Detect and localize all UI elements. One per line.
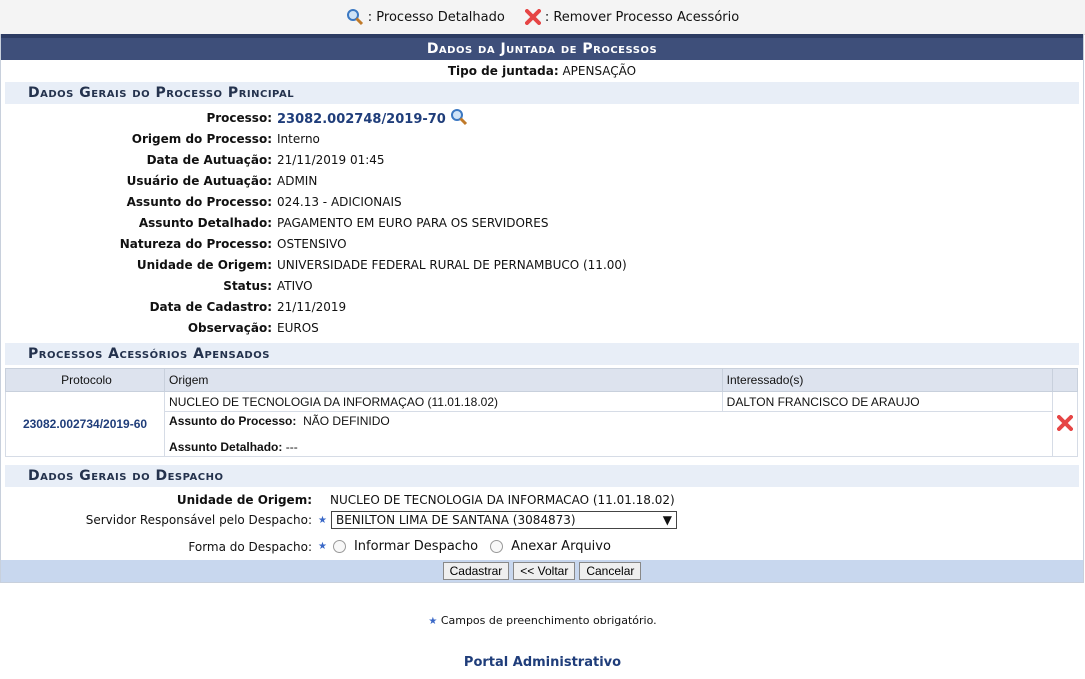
section-acessorios-title: Processos Acessórios Apensados bbox=[5, 343, 1079, 365]
field-value: 21/11/2019 01:45 bbox=[277, 153, 385, 167]
field-value: 21/11/2019 bbox=[277, 300, 347, 314]
legend-bar: : Processo Detalhado : Remover Processo … bbox=[0, 0, 1085, 35]
section-despacho-title: Dados Gerais do Despacho bbox=[5, 465, 1079, 487]
radio-anexar-label: Anexar Arquivo bbox=[511, 539, 611, 554]
field-row: Origem do Processo: Interno bbox=[1, 129, 1083, 150]
cancelar-button[interactable]: Cancelar bbox=[579, 562, 642, 580]
assunto-label: Assunto do Processo: bbox=[169, 414, 297, 428]
servidor-selected: BENILTON LIMA DE SANTANA (3084873) bbox=[335, 513, 576, 527]
field-row: Status: ATIVO bbox=[1, 276, 1083, 297]
servidor-label: Servidor Responsável pelo Despacho: bbox=[85, 513, 312, 527]
actions-bar: Cadastrar << Voltar Cancelar bbox=[1, 560, 1083, 582]
required-star-icon: ★ bbox=[318, 541, 327, 552]
field-label: Unidade de Origem: bbox=[136, 258, 272, 272]
unidade-label: Unidade de Origem: bbox=[176, 493, 312, 507]
legend-remove-label: : Remover Processo Acessório bbox=[544, 9, 740, 25]
interessado-cell: DALTON FRANCISCO DE ARAUJO bbox=[721, 391, 1053, 412]
field-label: Assunto do Processo: bbox=[126, 195, 272, 209]
assunto-cell: Assunto do Processo: NÃO DEFINIDO Assunt… bbox=[164, 411, 1053, 457]
tipo-juntada: Tipo de juntada: APENSAÇÃO bbox=[1, 60, 1083, 82]
legend-view-label: : Processo Detalhado bbox=[367, 9, 505, 25]
field-label: Data de Cadastro: bbox=[149, 300, 272, 314]
field-row: Assunto do Processo: 024.13 - ADICIONAIS bbox=[1, 192, 1083, 213]
field-value: ATIVO bbox=[277, 279, 313, 293]
field-label: Observação: bbox=[187, 321, 272, 335]
field-value: Interno bbox=[277, 132, 320, 146]
principal-fields: Processo: 23082.002748/2019-70 Origem do… bbox=[1, 108, 1083, 339]
forma-label: Forma do Despacho: bbox=[188, 539, 312, 554]
required-star-icon: ★ bbox=[318, 514, 327, 526]
origem-cell: NUCLEO DE TECNOLOGIA DA INFORMAÇAO (11.0… bbox=[164, 391, 723, 412]
col-protocolo: Protocolo bbox=[4, 368, 166, 392]
table-row: 23082.002734/2019-60 NUCLEO DE TECNOLOGI… bbox=[4, 391, 1079, 457]
remove-cell bbox=[1051, 391, 1079, 457]
detalhado-line: Assunto Detalhado: --- bbox=[169, 440, 1048, 454]
field-label: Natureza do Processo: bbox=[119, 237, 272, 251]
table-header-row: Protocolo Origem Interessado(s) bbox=[4, 368, 1079, 392]
protocolo-cell: 23082.002734/2019-60 bbox=[4, 391, 166, 457]
field-row: Assunto Detalhado: PAGAMENTO EM EURO PARA… bbox=[1, 213, 1083, 234]
page-title: Dados da Juntada de Processos bbox=[1, 34, 1083, 60]
magnifier-icon bbox=[346, 9, 363, 26]
field-value: EUROS bbox=[277, 321, 319, 335]
dropdown-arrow-icon: ▼ bbox=[662, 513, 672, 527]
servidor-row: Servidor Responsável pelo Despacho: ★ BE… bbox=[1, 511, 1083, 529]
field-row: Data de Autuação: 21/11/2019 01:45 bbox=[1, 150, 1083, 171]
field-row: Observação: EUROS bbox=[1, 318, 1083, 339]
radio-anexar[interactable] bbox=[490, 540, 504, 553]
cadastrar-button[interactable]: Cadastrar bbox=[442, 562, 510, 580]
magnifier-icon[interactable] bbox=[450, 108, 468, 126]
field-value: ADMIN bbox=[277, 174, 318, 188]
field-value: UNIVERSIDADE FEDERAL RURAL DE PERNAMBUCO… bbox=[277, 258, 627, 272]
col-interessado: Interessado(s) bbox=[721, 368, 1053, 392]
field-label: Data de Autuação: bbox=[146, 153, 272, 167]
unidade-row: Unidade de Origem: NUCLEO DE TECNOLOGIA … bbox=[1, 493, 1083, 507]
detalhado-label: Assunto Detalhado: bbox=[169, 440, 283, 454]
field-value: PAGAMENTO EM EURO PARA OS SERVIDORES bbox=[277, 216, 549, 230]
voltar-button[interactable]: << Voltar bbox=[513, 562, 576, 580]
protocolo-link[interactable]: 23082.002734/2019-60 bbox=[23, 417, 147, 431]
assunto-line: Assunto do Processo: NÃO DEFINIDO bbox=[169, 414, 1048, 428]
radio-informar-label: Informar Despacho bbox=[353, 539, 479, 554]
processo-label: Processo: bbox=[206, 111, 272, 125]
required-footnote: ★ Campos de preenchimento obrigatório. bbox=[0, 614, 1085, 627]
field-label: Assunto Detalhado: bbox=[138, 216, 272, 230]
field-row: Usuário de Autuação: ADMIN bbox=[1, 171, 1083, 192]
remove-x-icon bbox=[524, 9, 541, 25]
col-origem: Origem bbox=[164, 368, 723, 392]
tipo-value: APENSAÇÃO bbox=[562, 64, 637, 78]
field-processo: Processo: 23082.002748/2019-70 bbox=[1, 108, 1083, 129]
portal-link[interactable]: Portal Administrativo bbox=[0, 655, 1085, 670]
remove-x-icon[interactable] bbox=[1056, 414, 1073, 431]
field-label: Status: bbox=[223, 279, 272, 293]
field-label: Origem do Processo: bbox=[131, 132, 272, 146]
col-actions bbox=[1051, 368, 1079, 392]
unidade-value: NUCLEO DE TECNOLOGIA DA INFORMACAO (11.0… bbox=[330, 493, 675, 507]
assunto-value: NÃO DEFINIDO bbox=[303, 414, 390, 428]
servidor-select[interactable]: BENILTON LIMA DE SANTANA (3084873) ▼ bbox=[330, 511, 677, 529]
footnote-text: Campos de preenchimento obrigatório. bbox=[440, 614, 657, 627]
acessorios-table: Protocolo Origem Interessado(s) 23082.00… bbox=[4, 368, 1079, 457]
field-value: OSTENSIVO bbox=[277, 237, 347, 251]
field-row: Data de Cadastro: 21/11/2019 bbox=[1, 297, 1083, 318]
field-label: Usuário de Autuação: bbox=[126, 174, 272, 188]
detalhado-value: --- bbox=[285, 440, 298, 454]
table-row-detail: Assunto do Processo: NÃO DEFINIDO Assunt… bbox=[6, 411, 1078, 457]
radio-informar[interactable] bbox=[332, 540, 346, 553]
legend-view: : Processo Detalhado bbox=[346, 8, 505, 26]
tipo-label: Tipo de juntada: bbox=[447, 64, 559, 78]
processo-link[interactable]: 23082.002748/2019-70 bbox=[277, 112, 446, 127]
processo-value-wrap: 23082.002748/2019-70 bbox=[272, 108, 468, 129]
field-row: Unidade de Origem: UNIVERSIDADE FEDERAL R… bbox=[1, 255, 1083, 276]
field-value: 024.13 - ADICIONAIS bbox=[277, 195, 402, 209]
section-principal-title: Dados Gerais do Processo Principal bbox=[5, 82, 1079, 104]
main-panel: Dados da Juntada de Processos Tipo de ju… bbox=[0, 34, 1084, 583]
field-row: Natureza do Processo: OSTENSIVO bbox=[1, 234, 1083, 255]
forma-row: Forma do Despacho: ★ Informar Despacho A… bbox=[1, 539, 1083, 554]
required-star-icon: ★ bbox=[428, 616, 438, 627]
legend-remove: : Remover Processo Acessório bbox=[524, 9, 740, 25]
